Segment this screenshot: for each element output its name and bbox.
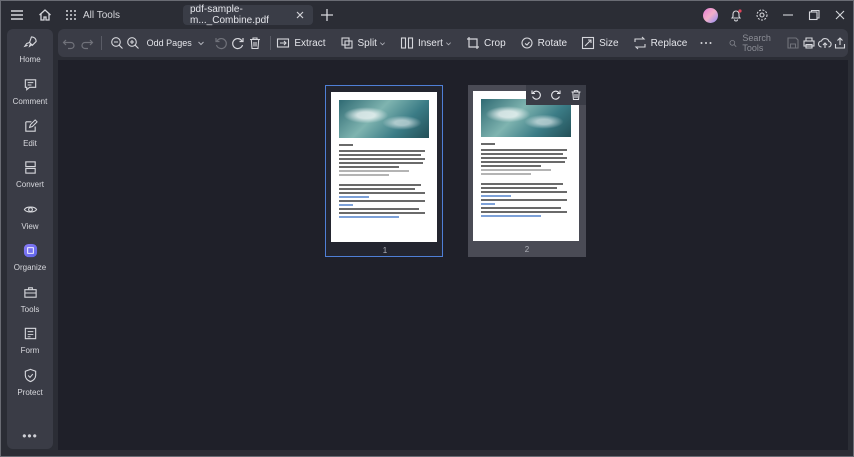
crop-label: Crop [483, 37, 506, 49]
replace-button[interactable]: Replace [633, 29, 688, 57]
sidebar-item-view[interactable]: View [7, 202, 53, 242]
restore-window-icon[interactable] [801, 1, 827, 29]
sidebar-item-protect[interactable]: Protect [7, 368, 53, 408]
rotate-right-icon[interactable] [550, 89, 562, 101]
insert-label: Insert [417, 37, 443, 49]
chevron-down-icon [379, 41, 385, 45]
page-filter-value: Odd Pages [146, 38, 192, 48]
close-window-icon[interactable] [827, 1, 853, 29]
new-tab-icon[interactable] [319, 7, 335, 23]
eye-icon [23, 206, 37, 213]
home-icon[interactable] [31, 1, 59, 29]
rocket-icon [22, 36, 37, 48]
sidebar-item-comment[interactable]: Comment [7, 77, 53, 117]
chevron-down-icon [445, 41, 451, 45]
page-number: 2 [524, 245, 530, 254]
sidebar-item-label: Edit [23, 139, 37, 148]
rotate-button[interactable]: Rotate [520, 29, 567, 57]
form-icon [24, 327, 36, 340]
page-preview [473, 91, 579, 241]
split-button[interactable]: Split [340, 29, 386, 57]
rotate-label: Rotate [537, 37, 568, 49]
page-thumbnail-2[interactable]: 2 [468, 85, 586, 257]
page-number: 1 [382, 246, 388, 255]
insert-icon [400, 37, 414, 49]
print-icon[interactable] [801, 29, 817, 57]
sidebar-item-form[interactable]: Form [7, 326, 53, 366]
comment-icon [24, 79, 36, 91]
zoom-in-icon[interactable] [125, 29, 141, 57]
more-tools-icon[interactable] [699, 29, 713, 57]
notification-bell-icon[interactable] [723, 1, 749, 29]
grid-icon [66, 10, 76, 20]
page-size-icon [582, 36, 595, 50]
minimize-icon[interactable] [775, 1, 801, 29]
sidebar-item-tools[interactable]: Tools [7, 285, 53, 325]
delete-icon[interactable] [570, 89, 582, 101]
sidebar-item-label: View [21, 222, 39, 231]
page-organizer-canvas: 1 2 [58, 60, 848, 450]
extract-label: Extract [294, 37, 326, 49]
main-toolbar: Odd Pages Extract Split Insert Crop Rota… [58, 29, 848, 57]
share-icon[interactable] [832, 29, 848, 57]
save-icon[interactable] [784, 29, 801, 57]
crop-icon [466, 37, 479, 49]
size-button[interactable]: Size [581, 29, 619, 57]
edit-icon [24, 119, 38, 132]
page-image [339, 100, 429, 138]
page-filter-select[interactable]: Odd Pages [144, 34, 207, 52]
chevron-down-icon [197, 41, 204, 46]
search-icon [729, 39, 737, 47]
redo-icon[interactable] [79, 29, 95, 57]
split-icon [340, 37, 353, 49]
rotate-icon [521, 37, 533, 49]
convert-icon [24, 161, 36, 174]
sidebar-item-home[interactable]: Home [7, 35, 53, 75]
close-tab-icon[interactable] [293, 8, 307, 22]
all-tools-label: All Tools [83, 9, 121, 21]
rotate-right-icon[interactable] [230, 29, 247, 57]
sidebar-item-label: Protect [17, 388, 43, 397]
split-label: Split [357, 37, 377, 49]
extract-button[interactable]: Extract [276, 29, 326, 57]
shield-icon [24, 368, 36, 383]
insert-button[interactable]: Insert [400, 29, 452, 57]
more-options-icon[interactable]: ••• [7, 429, 53, 443]
sidebar-item-label: Comment [12, 97, 48, 106]
cloud-upload-icon[interactable] [817, 29, 833, 57]
settings-gear-icon[interactable] [749, 1, 775, 29]
organize-icon [23, 243, 37, 258]
toolbox-icon [23, 287, 37, 298]
sidebar-item-convert[interactable]: Convert [7, 160, 53, 200]
undo-icon[interactable] [58, 29, 79, 57]
search-placeholder: Search Tools [742, 33, 771, 53]
sidebar-item-edit[interactable]: Edit [7, 119, 53, 159]
sidebar-item-label: Organize [13, 263, 47, 272]
size-label: Size [599, 37, 619, 49]
search-tools-input[interactable]: Search Tools [729, 33, 780, 53]
left-sidebar: Home Comment Edit Convert View Organize … [7, 29, 53, 449]
sidebar-item-label: Tools [20, 305, 40, 314]
zoom-out-icon[interactable] [110, 29, 126, 57]
page-thumbnail-1[interactable]: 1 [325, 85, 443, 257]
document-tab[interactable]: pdf-sample-m..._Combine.pdf [183, 4, 313, 26]
crop-button[interactable]: Crop [466, 29, 506, 57]
sidebar-item-label: Home [19, 55, 41, 64]
hamburger-menu-icon[interactable] [3, 1, 31, 29]
sidebar-item-organize[interactable]: Organize [7, 243, 53, 283]
replace-label: Replace [650, 37, 688, 49]
rotate-left-icon[interactable] [213, 29, 230, 57]
sidebar-item-label: Convert [15, 180, 44, 189]
title-bar: All Tools pdf-sample-m..._Combine.pdf [1, 1, 853, 29]
page-preview [331, 92, 437, 242]
replace-icon [634, 36, 646, 50]
all-tools-button[interactable]: All Tools [65, 9, 120, 21]
user-avatar[interactable] [697, 1, 723, 29]
rotate-left-icon[interactable] [530, 89, 542, 101]
delete-page-icon[interactable] [247, 29, 264, 57]
page-action-bar [526, 85, 586, 105]
extract-icon [277, 38, 290, 48]
sidebar-item-label: Form [20, 346, 40, 355]
